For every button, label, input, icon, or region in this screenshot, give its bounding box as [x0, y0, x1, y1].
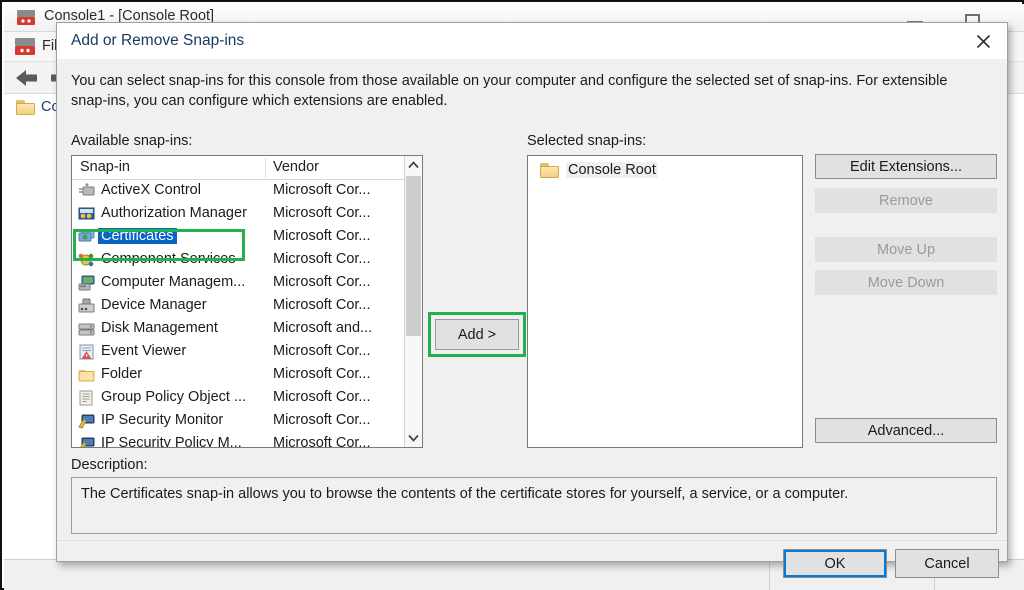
available-snapins-label: Available snap-ins: [71, 133, 192, 149]
available-rows-container: ActiveX ControlMicrosoft Cor...Authoriza… [72, 180, 422, 448]
snapin-name: Certificates [98, 228, 177, 244]
snapin-vendor: Microsoft Cor... [273, 228, 371, 244]
snapin-name: IP Security Monitor [101, 412, 223, 428]
description-label: Description: [71, 457, 148, 473]
selected-snapins-list[interactable]: Console Root [527, 155, 803, 448]
snapin-vendor: Microsoft Cor... [273, 412, 371, 428]
snapin-name: Disk Management [101, 320, 218, 336]
footer-divider [57, 540, 1007, 541]
snapin-name: Authorization Manager [101, 205, 247, 221]
mmc-console-icon [16, 9, 36, 27]
certificates-icon [78, 229, 95, 245]
advanced-button[interactable]: Advanced... [815, 418, 997, 443]
chevron-down-icon[interactable] [405, 429, 422, 447]
snapin-name: Folder [101, 366, 142, 382]
add-remove-snapins-dialog: Add or Remove Snap-ins You can select sn… [56, 22, 1008, 562]
table-row[interactable]: Group Policy Object ... Microsoft Cor... [72, 387, 422, 410]
scrollbar-thumb[interactable] [406, 176, 421, 336]
mmc-console-icon [14, 37, 36, 57]
column-header-snapin[interactable]: Snap-in [80, 159, 130, 175]
dialog-body: You can select snap-ins for this console… [57, 59, 1007, 561]
table-row[interactable]: Folder Microsoft Cor... [72, 364, 422, 387]
component-services-icon [78, 252, 95, 268]
selected-snapin-item[interactable]: Console Root [540, 162, 658, 178]
snapin-name: Group Policy Object ... [101, 389, 246, 405]
arrow-back-icon[interactable] [12, 66, 42, 90]
table-row[interactable]: IP Security Monitor Microsoft Cor... [72, 410, 422, 433]
device-manager-icon [78, 298, 95, 314]
snapin-vendor: Microsoft Cor... [273, 274, 371, 290]
folder-icon [540, 163, 559, 178]
description-box: The Certificates snap-in allows you to b… [71, 477, 997, 534]
add-button[interactable]: Add > [435, 319, 519, 350]
ok-button[interactable]: OK [783, 549, 887, 578]
edit-extensions-button[interactable]: Edit Extensions... [815, 154, 997, 179]
selected-snapins-label: Selected snap-ins: [527, 133, 646, 149]
authorization-manager-icon [78, 206, 95, 222]
dialog-title-bar: Add or Remove Snap-ins [57, 23, 1007, 59]
ip-security-monitor-icon [78, 413, 95, 429]
selected-snapin-label: Console Root [566, 162, 658, 178]
snapin-vendor: Microsoft Cor... [273, 205, 371, 221]
description-text: The Certificates snap-in allows you to b… [81, 485, 981, 504]
move-down-button[interactable]: Move Down [815, 270, 997, 295]
snapin-name: Component Services [101, 251, 236, 267]
snapin-name: Device Manager [101, 297, 207, 313]
snapin-vendor: Microsoft Cor... [273, 182, 371, 198]
event-viewer-icon [78, 344, 95, 360]
remove-button[interactable]: Remove [815, 188, 997, 213]
available-snapins-list[interactable]: Snap-in Vendor ActiveX Control Microsoft … [71, 155, 423, 448]
close-icon[interactable] [961, 23, 1007, 58]
table-row[interactable]: Authorization Manager Microsoft Cor... [72, 203, 422, 226]
table-row[interactable]: Event Viewer Microsoft Cor... [72, 341, 422, 364]
ip-security-policy-icon [78, 436, 95, 448]
table-row[interactable]: Disk Management Microsoft and... [72, 318, 422, 341]
table-row[interactable]: Device Manager Microsoft Cor... [72, 295, 422, 318]
computer-management-icon [78, 275, 95, 291]
list-vertical-scrollbar[interactable] [404, 156, 422, 447]
snapin-vendor: Microsoft Cor... [273, 435, 371, 448]
snapin-vendor: Microsoft Cor... [273, 343, 371, 359]
snapin-vendor: Microsoft and... [273, 320, 372, 336]
move-up-button[interactable]: Move Up [815, 237, 997, 262]
dialog-title: Add or Remove Snap-ins [71, 32, 244, 50]
snapin-vendor: Microsoft Cor... [273, 366, 371, 382]
snapin-name: Event Viewer [101, 343, 186, 359]
screenshot-root: Console1 - [Console Root] File [0, 0, 1024, 590]
snapin-name: IP Security Policy M... [101, 435, 242, 448]
chevron-up-icon[interactable] [405, 156, 422, 174]
snapin-vendor: Microsoft Cor... [273, 389, 371, 405]
table-row[interactable]: Certificates Microsoft Cor... [72, 226, 422, 249]
snapin-name: ActiveX Control [101, 182, 201, 198]
list-column-header: Snap-in Vendor [72, 156, 422, 180]
folder-icon [78, 367, 95, 383]
column-header-vendor[interactable]: Vendor [273, 159, 319, 175]
cancel-button[interactable]: Cancel [895, 549, 999, 578]
activex-control-icon [78, 183, 95, 199]
table-row[interactable]: Computer Managem... Microsoft Cor... [72, 272, 422, 295]
table-row[interactable]: IP Security Policy M... Microsoft Cor... [72, 433, 422, 448]
disk-management-icon [78, 321, 95, 337]
folder-icon [16, 100, 35, 115]
snapin-vendor: Microsoft Cor... [273, 297, 371, 313]
table-row[interactable]: ActiveX Control Microsoft Cor... [72, 180, 422, 203]
group-policy-object-icon [78, 390, 95, 406]
snapin-name: Computer Managem... [101, 274, 245, 290]
dialog-intro-text: You can select snap-ins for this console… [71, 71, 983, 111]
tree-item-console-root[interactable]: Co [16, 99, 60, 115]
table-row[interactable]: Component Services Microsoft Cor... [72, 249, 422, 272]
snapin-vendor: Microsoft Cor... [273, 251, 371, 267]
